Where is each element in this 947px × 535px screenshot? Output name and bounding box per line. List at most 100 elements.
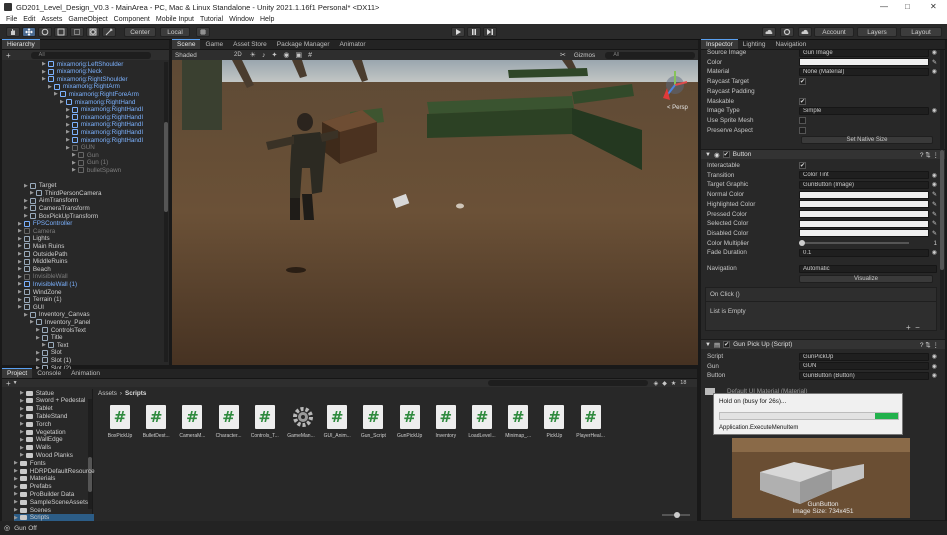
menu-window[interactable]: Window [229, 16, 254, 23]
color-swatch-field[interactable] [799, 229, 929, 238]
expand-arrow-icon[interactable]: ▶ [20, 413, 24, 419]
project-asset[interactable]: # LoadLevel... [465, 405, 499, 439]
object-picker-icon[interactable]: ◉ [932, 107, 937, 114]
pause-button[interactable] [467, 27, 481, 37]
expand-arrow-icon[interactable]: ▶ [48, 84, 52, 90]
filter-label-icon[interactable]: ◆ [662, 380, 667, 387]
project-search-input[interactable] [487, 380, 648, 386]
visibility-icon[interactable]: ◉ [283, 51, 289, 59]
inspector-scroll-thumb[interactable] [940, 150, 944, 270]
checkbox[interactable]: ✔ [799, 162, 806, 169]
project-asset[interactable]: # Character... [212, 405, 246, 439]
tab-asset-store[interactable]: Asset Store [228, 39, 272, 49]
tab-animation[interactable]: Animation [66, 368, 105, 378]
space-local-toggle[interactable]: Local [160, 27, 190, 37]
custom-tool-button[interactable] [102, 27, 116, 37]
scene-viewport[interactable]: < Persp [172, 60, 698, 365]
project-folder[interactable]: ▶ Prefabs [14, 483, 52, 491]
project-split-divider[interactable] [92, 389, 93, 521]
object-picker-icon[interactable]: ◉ [932, 363, 937, 370]
expand-arrow-icon[interactable]: ▶ [18, 297, 22, 303]
expand-arrow-icon[interactable]: ▶ [14, 515, 18, 521]
color-swatch-field[interactable] [799, 58, 929, 67]
create-dropdown-icon[interactable]: ▼ [13, 380, 18, 386]
move-tool-button[interactable] [22, 27, 36, 37]
object-picker-icon[interactable]: ◉ [932, 353, 937, 360]
tab-console[interactable]: Console [32, 368, 66, 378]
tab-hierarchy[interactable]: Hierarchy [2, 39, 40, 49]
expand-arrow-icon[interactable]: ▶ [14, 468, 18, 474]
checkbox[interactable]: ✔ [799, 97, 806, 105]
value-field[interactable]: GunPickUp [799, 352, 929, 361]
expand-arrow-icon[interactable]: ▶ [36, 350, 40, 356]
2d-toggle[interactable]: 2D [234, 52, 242, 58]
menu-edit[interactable]: Edit [23, 16, 35, 23]
object-picker-icon[interactable]: ◉ [932, 172, 937, 179]
value-field[interactable]: Color Tint [799, 171, 929, 180]
expand-arrow-icon[interactable]: ▶ [24, 205, 28, 211]
expand-arrow-icon[interactable]: ▶ [20, 390, 24, 396]
expand-arrow-icon[interactable]: ▶ [54, 91, 58, 97]
step-button[interactable] [483, 27, 497, 37]
value-field[interactable]: GUN [799, 362, 929, 371]
expand-arrow-icon[interactable]: ▶ [72, 152, 76, 158]
object-picker-icon[interactable]: ◉ [932, 181, 937, 188]
maximize-button[interactable]: □ [905, 2, 910, 11]
expand-arrow-icon[interactable]: ▶ [66, 107, 70, 113]
checkbox[interactable] [799, 116, 806, 124]
grid-icon[interactable]: # [308, 52, 312, 59]
menu-help[interactable]: Help [260, 16, 274, 23]
expand-arrow-icon[interactable]: ▶ [42, 342, 46, 348]
tab-animator[interactable]: Animator [335, 39, 371, 49]
hierarchy-search-input[interactable]: All [30, 51, 151, 59]
account-dropdown[interactable]: Account [814, 27, 854, 37]
slider-value[interactable]: 1 [915, 240, 937, 247]
project-asset[interactable]: # Gun_Script [356, 405, 390, 439]
expand-arrow-icon[interactable]: ▶ [18, 236, 22, 242]
component-menu-icon[interactable]: ? ⇅ ⋮ [920, 341, 939, 349]
project-asset[interactable]: # GUI_Anim... [320, 405, 354, 439]
project-folder[interactable]: ▶ TableStand [20, 412, 67, 420]
icon-size-slider[interactable] [662, 512, 690, 518]
inspector-scrollbar[interactable] [940, 50, 944, 330]
layout-dropdown[interactable]: Layout [900, 27, 942, 37]
color-swatch-field[interactable] [799, 219, 929, 228]
folder-scrollbar[interactable] [88, 399, 92, 509]
eyedropper-icon[interactable]: ✎ [932, 201, 937, 208]
expand-arrow-icon[interactable]: ▶ [18, 221, 22, 227]
project-folder[interactable]: ▶ Scenes [14, 506, 51, 514]
layers-dropdown[interactable]: Layers [857, 27, 897, 37]
filter-type-icon[interactable]: ◈ [654, 380, 659, 387]
slider-thumb[interactable] [799, 240, 805, 247]
project-asset[interactable]: # CameraM... [175, 405, 209, 439]
expand-arrow-icon[interactable]: ▶ [24, 213, 28, 219]
checkbox[interactable] [799, 126, 806, 134]
expand-arrow-icon[interactable]: ▶ [20, 421, 24, 427]
button-component-header[interactable]: ▼ ◉ ✔ Button ? ⇅ ⋮ [701, 149, 945, 159]
project-folder[interactable]: ▶ WallEdge [20, 436, 63, 444]
expand-arrow-icon[interactable]: ▶ [24, 312, 28, 318]
rect-tool-button[interactable] [70, 27, 84, 37]
grid-snap-button[interactable] [196, 27, 210, 37]
object-picker-icon[interactable]: ◉ [932, 49, 937, 56]
project-folder[interactable]: ▶ Statue [20, 389, 54, 397]
camera-icon[interactable]: ▣ [295, 51, 302, 59]
tab-game[interactable]: Game [200, 39, 228, 49]
value-field[interactable]: GunButton (Button) [799, 371, 929, 380]
menu-mobile-input[interactable]: Mobile Input [156, 16, 194, 23]
color-swatch-field[interactable] [799, 190, 929, 199]
project-asset[interactable]: # PlayerHeal... [574, 405, 608, 439]
expand-arrow-icon[interactable]: ▶ [18, 274, 22, 280]
effects-toggle-icon[interactable]: ✦ [271, 51, 277, 59]
expand-arrow-icon[interactable]: ▶ [36, 327, 40, 333]
collab-button[interactable] [762, 27, 776, 37]
expand-arrow-icon[interactable]: ▶ [14, 507, 18, 513]
expand-arrow-icon[interactable]: ▶ [18, 304, 22, 310]
expand-arrow-icon[interactable]: ▶ [66, 114, 70, 120]
color-swatch-field[interactable] [799, 200, 929, 209]
button-enabled-checkbox[interactable]: ✔ [722, 151, 730, 158]
expand-arrow-icon[interactable]: ▶ [60, 99, 64, 105]
value-field[interactable]: GunButton (Image) [799, 180, 929, 189]
icon-size-slider-thumb[interactable] [674, 512, 680, 518]
project-asset[interactable]: # Minimap_... [501, 405, 535, 439]
